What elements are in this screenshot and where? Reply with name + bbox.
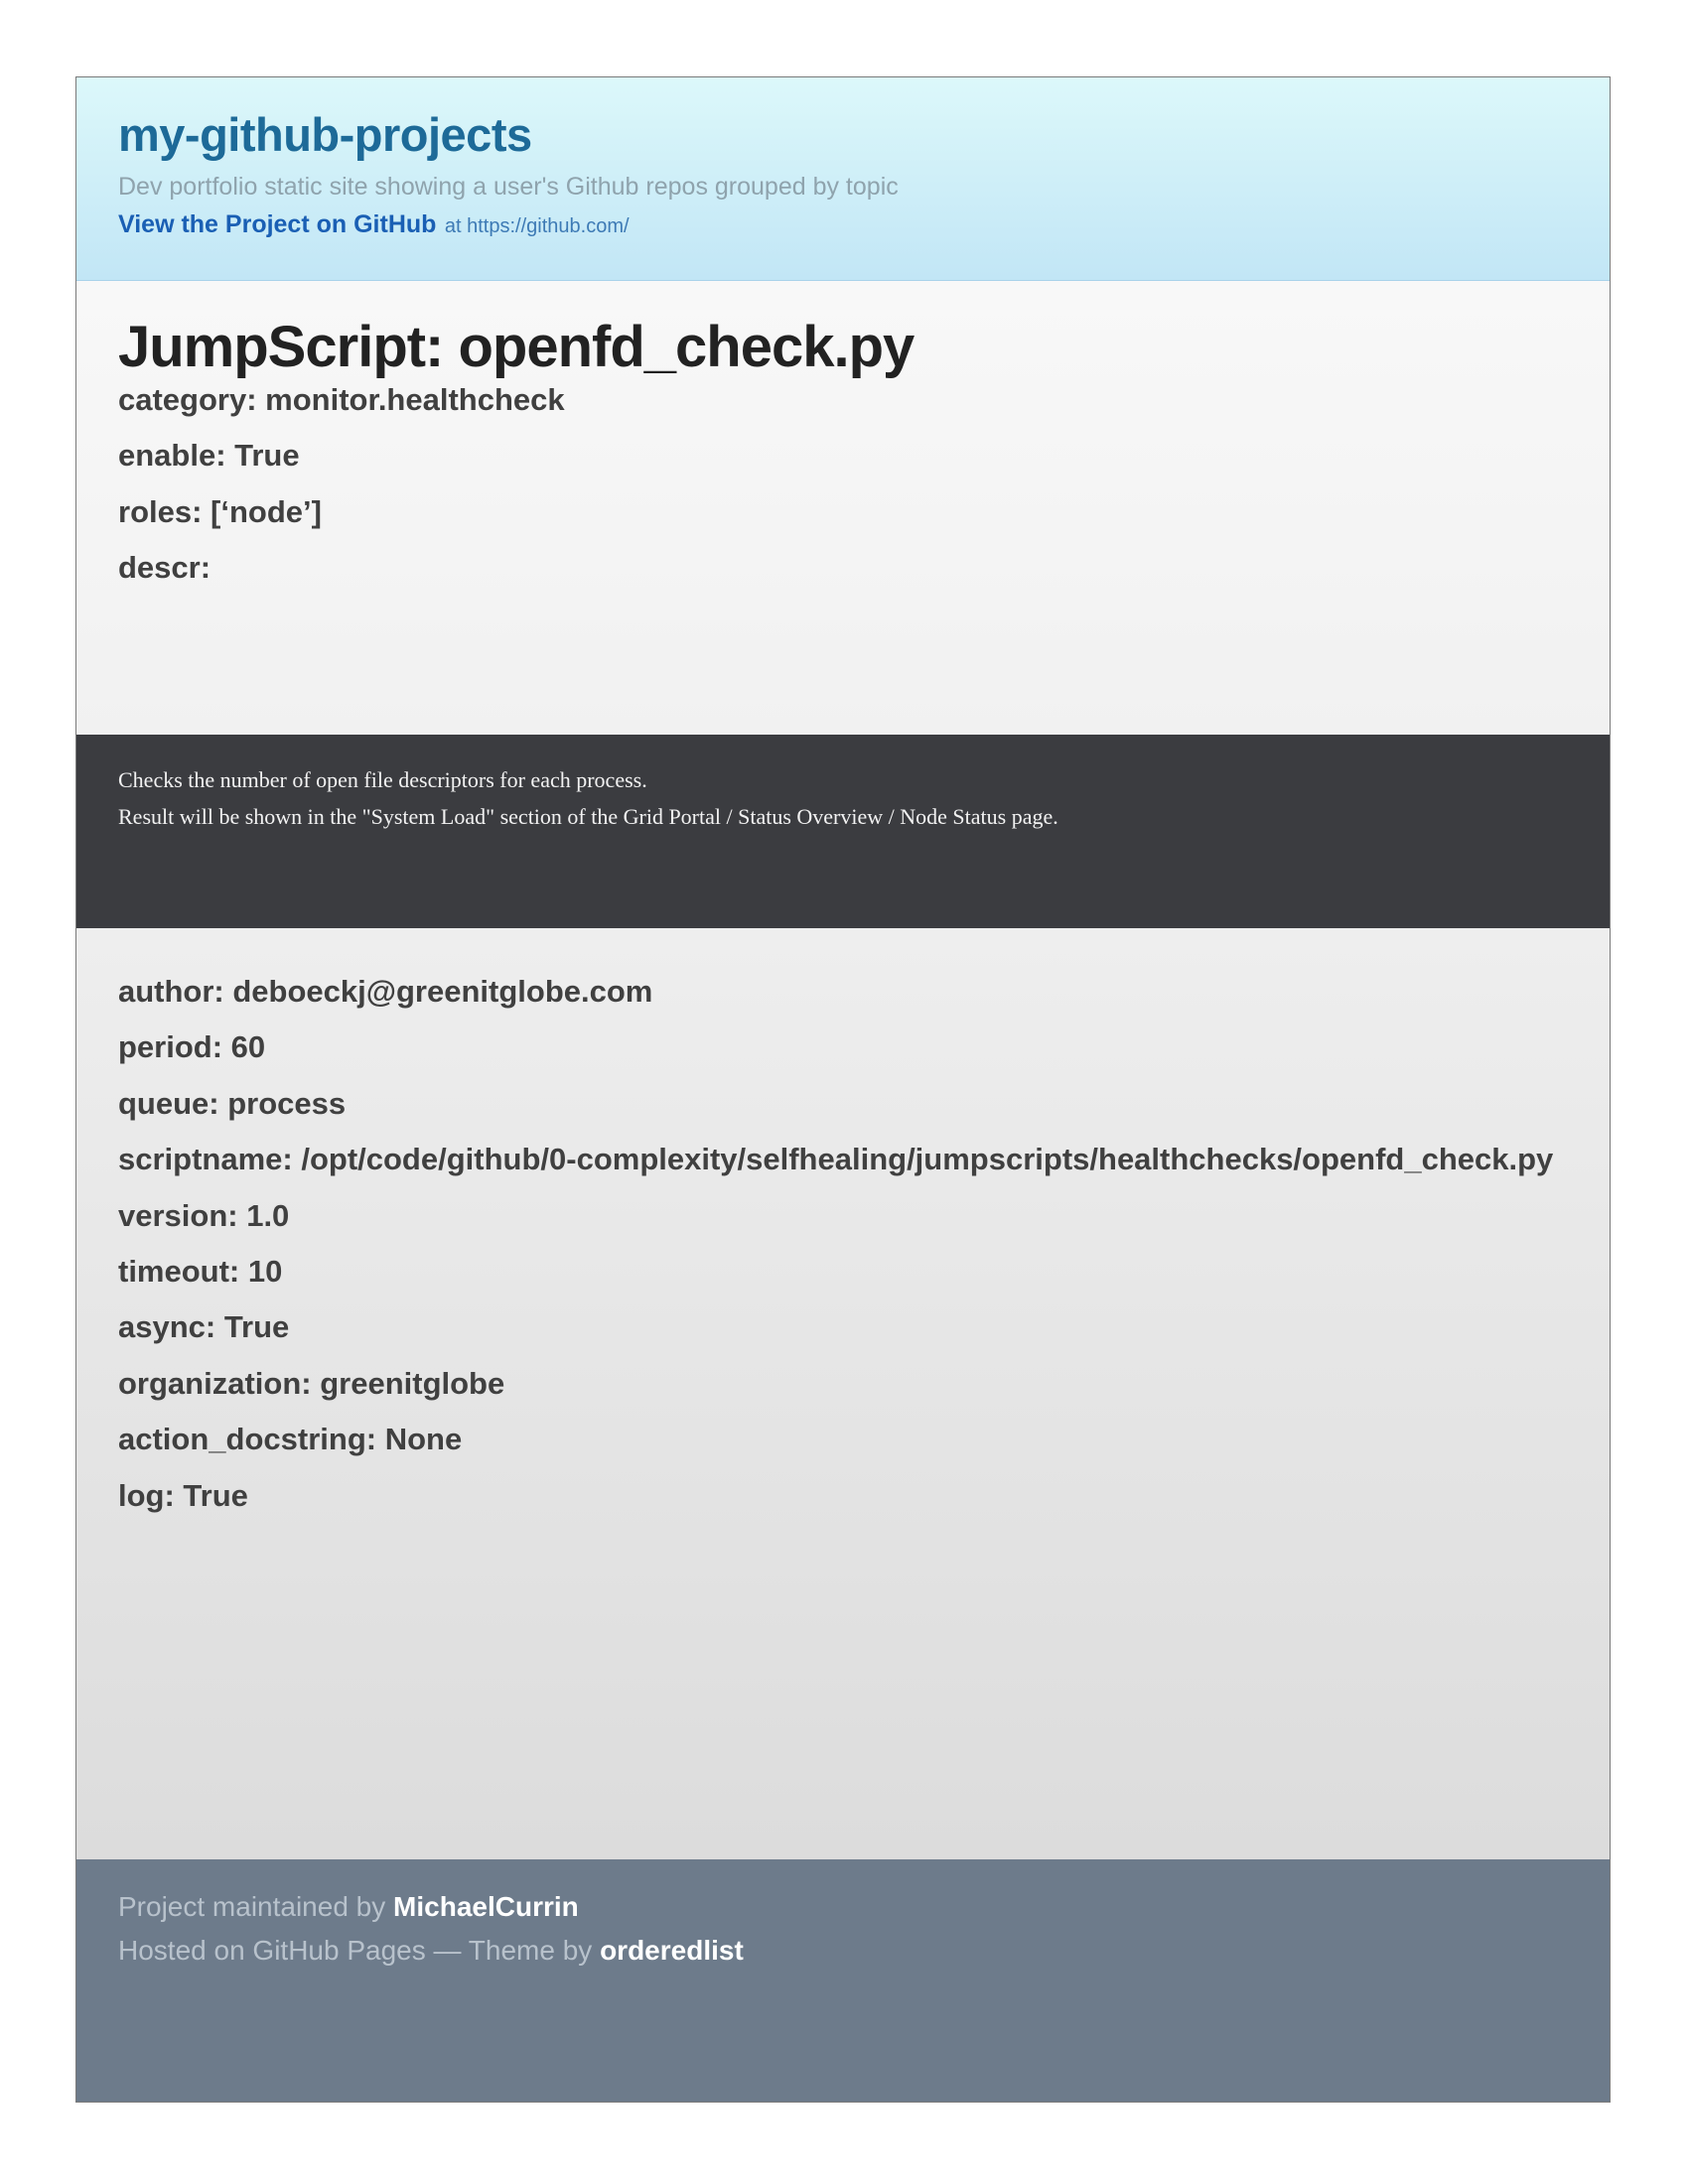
field-roles: roles: [‘node’] [118, 494, 322, 529]
field-action-docstring: action_docstring: None [118, 1422, 463, 1456]
field-queue: queue: process [118, 1086, 347, 1121]
site-footer: Project maintained by MichaelCurrin Host… [76, 1859, 1610, 2102]
field-async: async: True [118, 1309, 290, 1344]
metadata-section-bottom: author: deboeckj@greenitglobe.com period… [76, 928, 1610, 1859]
field-timeout: timeout: 10 [118, 1254, 283, 1289]
field-scriptname: scriptname: /opt/code/github/0-complexit… [118, 1142, 1554, 1176]
field-category: category: monitor.healthcheck [118, 382, 565, 417]
field-version: version: 1.0 [118, 1198, 290, 1233]
metadata-section-top: JumpScript: openfd_check.py category: mo… [76, 281, 1610, 735]
theme-author-link[interactable]: orderedlist [600, 1935, 744, 1966]
field-author: author: deboeckj@greenitglobe.com [118, 974, 653, 1009]
field-descr: descr: [118, 550, 211, 585]
description-line: Checks the number of open file descripto… [118, 767, 647, 792]
field-period: period: 60 [118, 1029, 266, 1064]
field-log: log: True [118, 1478, 248, 1513]
view-project-link[interactable]: View the Project on GitHub [118, 210, 436, 238]
view-project-line: View the Project on GitHub at https://gi… [118, 210, 630, 239]
footer-maintained-line: Project maintained by MichaelCurrin [118, 1891, 579, 1923]
page-container: my-github-projects Dev portfolio static … [75, 76, 1611, 2103]
site-header: my-github-projects Dev portfolio static … [76, 77, 1610, 281]
page-title: JumpScript: openfd_check.py [118, 315, 914, 379]
footer-maintained-text: Project maintained by [118, 1891, 386, 1922]
footer-hosted-line: Hosted on GitHub Pages — Theme by ordere… [118, 1935, 744, 1967]
maintainer-link[interactable]: MichaelCurrin [393, 1891, 579, 1922]
field-enable: enable: True [118, 438, 300, 473]
description-line: Result will be shown in the "System Load… [118, 804, 1058, 829]
description-code-block: Checks the number of open file descripto… [76, 735, 1610, 928]
footer-hosted-text: Hosted on GitHub Pages — Theme by [118, 1935, 593, 1966]
site-title[interactable]: my-github-projects [118, 107, 532, 162]
field-organization: organization: greenitglobe [118, 1366, 505, 1401]
view-project-url: at https://github.com/ [444, 215, 630, 237]
site-tagline: Dev portfolio static site showing a user… [118, 173, 899, 201]
